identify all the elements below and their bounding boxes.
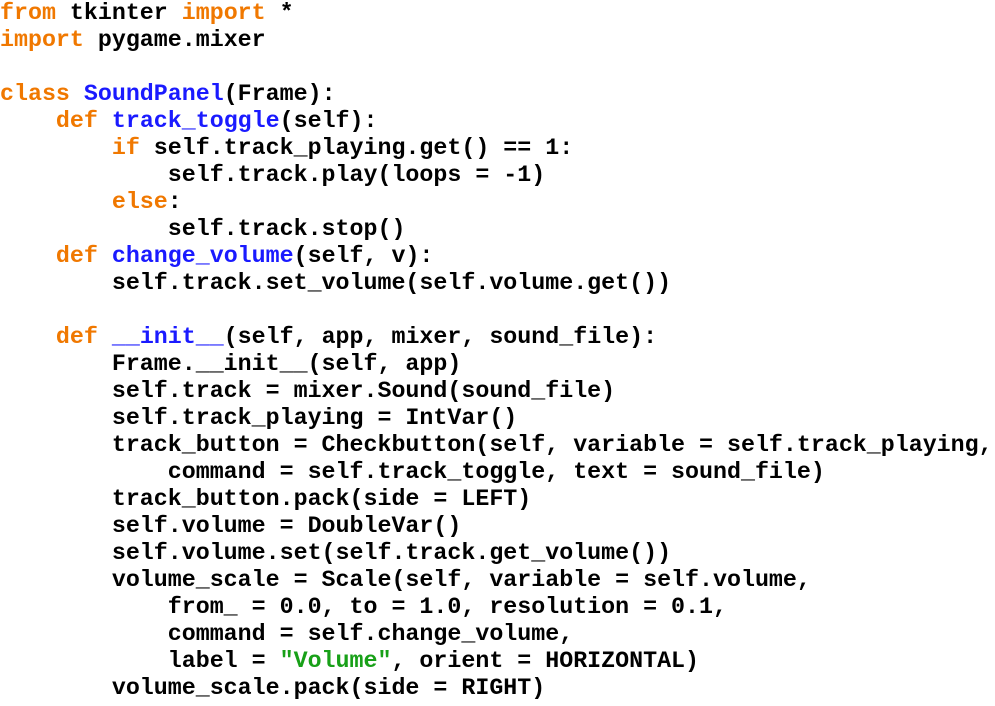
code-line: def track_toggle(self):	[0, 108, 995, 135]
code-token-keyword: else	[111, 189, 168, 215]
code-line: self.track.stop()	[0, 216, 995, 243]
code-token-plain: from_ = 0.0, to = 1.0, resolution = 0.1,	[0, 594, 727, 620]
code-token-keyword: from	[0, 0, 56, 26]
code-token-plain: (Frame):	[223, 81, 336, 107]
code-token-plain: self.volume.set(self.track.get_volume())	[0, 540, 672, 566]
code-token-plain: Frame.__init__(self, app)	[0, 351, 462, 377]
code-token-plain: (self, v):	[293, 243, 434, 269]
code-line: self.track = mixer.Sound(sound_file)	[0, 378, 995, 405]
code-token-plain: self.track = mixer.Sound(sound_file)	[0, 378, 616, 404]
code-token-string: "Volume"	[279, 648, 392, 674]
code-line: if self.track_playing.get() == 1:	[0, 135, 995, 162]
code-line: track_button = Checkbutton(self, variabl…	[0, 432, 995, 459]
code-line: self.volume.set(self.track.get_volume())	[0, 540, 995, 567]
code-token-plain: tkinter	[55, 0, 182, 26]
code-token-plain: (self, app, mixer, sound_file):	[223, 324, 658, 350]
code-token-plain: :	[167, 189, 182, 215]
code-token-plain: self.track_playing = IntVar()	[0, 405, 518, 431]
code-token-keyword: def	[55, 108, 98, 134]
code-token-plain: self.track.set_volume(self.volume.get())	[0, 270, 672, 296]
code-token-keyword: import	[181, 0, 266, 26]
code-token-keyword: def	[55, 243, 98, 269]
code-token-plain: self.track.play(loops = -1)	[0, 162, 546, 188]
code-listing: from tkinter import * import pygame.mixer…	[0, 0, 995, 702]
code-line: class SoundPanel(Frame):	[0, 81, 995, 108]
code-line: import pygame.mixer	[0, 27, 995, 54]
code-token-plain: command = self.track_toggle, text = soun…	[0, 459, 825, 485]
code-line: track_button.pack(side = LEFT)	[0, 486, 995, 513]
code-token-plain: self.track_playing.get() == 1:	[139, 135, 574, 161]
code-token-name: change_volume	[111, 243, 294, 269]
code-token-plain: , orient = HORIZONTAL)	[391, 648, 700, 674]
code-line: command = self.change_volume,	[0, 621, 995, 648]
code-token-plain: track_button = Checkbutton(self, variabl…	[0, 432, 993, 458]
code-token-plain: pygame.mixer	[83, 27, 266, 53]
code-token-plain: label =	[0, 648, 280, 674]
code-line: self.track_playing = IntVar()	[0, 405, 995, 432]
code-line: self.volume = DoubleVar()	[0, 513, 995, 540]
code-line: else:	[0, 189, 995, 216]
code-line: Frame.__init__(self, app)	[0, 351, 995, 378]
code-line: self.track.play(loops = -1)	[0, 162, 995, 189]
code-token-keyword: if	[111, 135, 140, 161]
code-token-plain: volume_scale = Scale(self, variable = se…	[0, 567, 811, 593]
code-line: command = self.track_toggle, text = soun…	[0, 459, 995, 486]
code-token-name: __init__	[111, 324, 224, 350]
code-token-plain: volume_scale.pack(side = RIGHT)	[0, 675, 546, 701]
code-token-plain: (self):	[279, 108, 378, 134]
code-token-name: track_toggle	[111, 108, 280, 134]
code-line: from tkinter import *	[0, 0, 995, 27]
code-token-keyword: class	[0, 81, 70, 107]
code-token-plain: self.volume = DoubleVar()	[0, 513, 462, 539]
code-token-name: SoundPanel	[83, 81, 224, 107]
code-token-keyword: import	[0, 27, 84, 53]
code-token-plain: track_button.pack(side = LEFT)	[0, 486, 532, 512]
code-line: label = "Volume", orient = HORIZONTAL)	[0, 648, 995, 675]
code-line: volume_scale.pack(side = RIGHT)	[0, 675, 995, 702]
code-line: def change_volume(self, v):	[0, 243, 995, 270]
code-line: from_ = 0.0, to = 1.0, resolution = 0.1,	[0, 594, 995, 621]
code-token-plain: *	[265, 0, 294, 26]
code-token-plain: self.track.stop()	[0, 216, 406, 242]
code-token-keyword: def	[55, 324, 98, 350]
code-token-plain: command = self.change_volume,	[0, 621, 574, 647]
code-line: volume_scale = Scale(self, variable = se…	[0, 567, 995, 594]
code-line: self.track.set_volume(self.volume.get())	[0, 270, 995, 297]
code-line: def __init__(self, app, mixer, sound_fil…	[0, 324, 995, 351]
